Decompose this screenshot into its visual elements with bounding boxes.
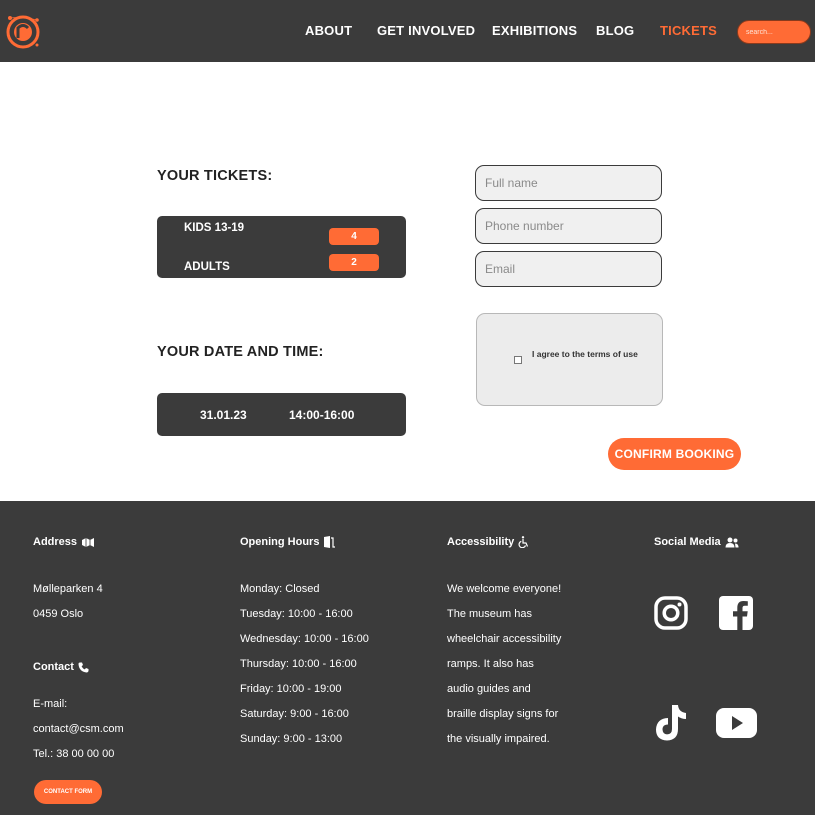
social-title: Social Media <box>654 536 721 548</box>
address-line-2: 0459 Oslo <box>33 608 84 620</box>
selected-time: 14:00-16:00 <box>289 408 355 422</box>
hours-saturday: Saturday: 9:00 - 16:00 <box>240 708 349 720</box>
ticket-label-kids: KIDS 13-19 <box>184 222 245 234</box>
hours-monday: Monday: Closed <box>240 583 320 595</box>
email-address[interactable]: contact@csm.com <box>33 723 124 735</box>
accessibility-heading: Accessibility <box>447 536 529 548</box>
accessibility-line-6: braille display signs for <box>447 708 559 720</box>
museum-logo[interactable] <box>4 8 42 52</box>
hours-friday: Friday: 10:00 - 19:00 <box>240 683 342 695</box>
terms-panel: I agree to the terms of use <box>476 313 663 406</box>
instagram-icon[interactable] <box>654 596 688 630</box>
ticket-label-adults: ADULTS <box>184 261 230 273</box>
phone-number: Tel.: 38 00 00 00 <box>33 748 115 760</box>
facebook-icon[interactable] <box>719 596 753 630</box>
social-heading: Social Media <box>654 536 739 548</box>
hours-thursday: Thursday: 10:00 - 16:00 <box>240 658 357 670</box>
fullname-field[interactable] <box>475 165 662 201</box>
nav-get-involved[interactable]: GET INVOLVED <box>377 23 475 38</box>
email-field[interactable] <box>475 251 662 287</box>
address-heading: Address <box>33 536 95 548</box>
adults-quantity[interactable]: 2 <box>329 254 379 271</box>
accessibility-title: Accessibility <box>447 536 515 548</box>
tickets-title: YOUR TICKETS: <box>157 168 273 184</box>
page: ABOUT GET INVOLVED EXHIBITIONS BLOG TICK… <box>0 0 815 815</box>
tickets-summary: KIDS 13-19 4 ADULTS 2 <box>157 216 406 278</box>
accessibility-line-5: audio guides and <box>447 683 531 695</box>
users-icon <box>725 537 739 547</box>
site-header: ABOUT GET INVOLVED EXHIBITIONS BLOG TICK… <box>0 0 815 62</box>
hours-heading: Opening Hours <box>240 536 336 548</box>
kids-quantity[interactable]: 4 <box>329 228 379 245</box>
search-input[interactable] <box>737 20 811 44</box>
address-title: Address <box>33 536 78 548</box>
contact-form-button[interactable]: CONTACT FORM <box>34 780 102 804</box>
datetime-title: YOUR DATE AND TIME: <box>157 344 324 360</box>
datetime-summary[interactable]: 31.01.23 14:00-16:00 <box>157 393 406 436</box>
nav-about[interactable]: ABOUT <box>305 23 352 38</box>
wheelchair-icon <box>518 536 529 548</box>
nav-exhibitions[interactable]: EXHIBITIONS <box>492 23 577 38</box>
terms-checkbox[interactable] <box>514 356 522 364</box>
map-icon <box>82 537 95 547</box>
nav-blog[interactable]: BLOG <box>596 23 634 38</box>
hours-tuesday: Tuesday: 10:00 - 16:00 <box>240 608 353 620</box>
selected-date: 31.01.23 <box>200 408 247 422</box>
hours-sunday: Sunday: 9:00 - 13:00 <box>240 733 343 745</box>
nav-tickets[interactable]: TICKETS <box>660 23 717 38</box>
accessibility-line-4: ramps. It also has <box>447 658 534 670</box>
door-icon <box>324 536 336 548</box>
address-line-1: Mølleparken 4 <box>33 583 103 595</box>
tiktok-icon[interactable] <box>654 704 688 742</box>
confirm-booking-button[interactable]: CONFIRM BOOKING <box>608 438 741 470</box>
contact-title: Contact <box>33 661 74 673</box>
accessibility-line-7: the visually impaired. <box>447 733 550 745</box>
accessibility-line-2: The museum has <box>447 608 532 620</box>
phone-field[interactable] <box>475 208 662 244</box>
site-footer: Address Mølleparken 4 0459 Oslo Contact … <box>0 501 815 815</box>
terms-label: I agree to the terms of use <box>532 349 638 359</box>
contact-heading: Contact <box>33 661 89 673</box>
phone-icon <box>78 662 89 672</box>
accessibility-line-1: We welcome everyone! <box>447 583 562 595</box>
hours-wednesday: Wednesday: 10:00 - 16:00 <box>240 633 369 645</box>
email-label: E-mail: <box>33 698 68 710</box>
accessibility-line-3: wheelchair accessibility <box>447 633 562 645</box>
youtube-icon[interactable] <box>716 708 757 738</box>
hours-title: Opening Hours <box>240 536 320 548</box>
